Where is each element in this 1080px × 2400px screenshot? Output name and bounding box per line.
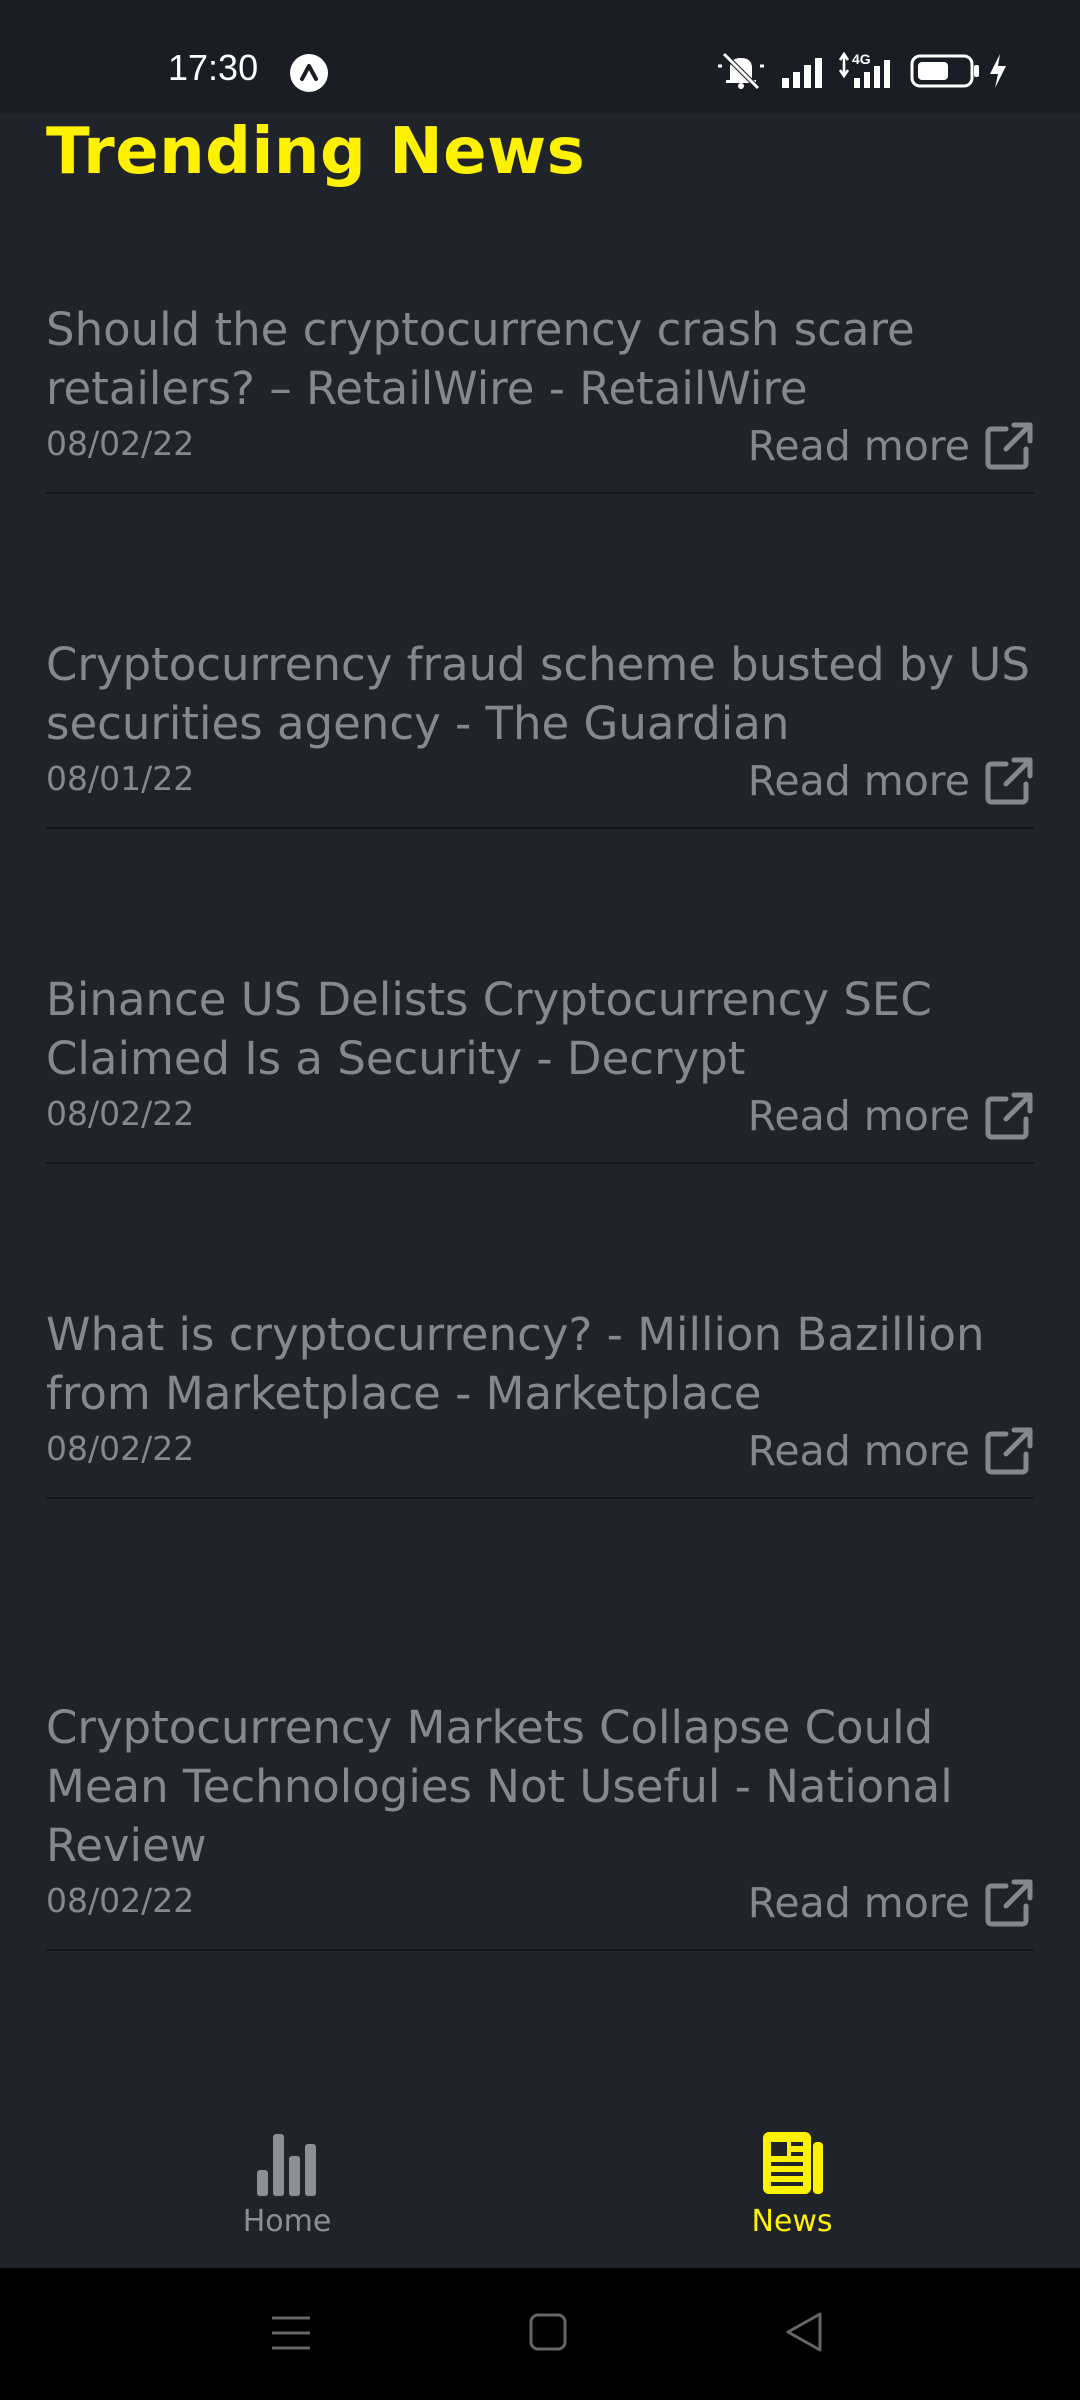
tab-home[interactable]: Home — [197, 2128, 377, 2258]
news-headline[interactable]: Cryptocurrency fraud scheme busted by US… — [46, 635, 1036, 753]
read-more-label: Read more — [747, 757, 970, 805]
news-headline[interactable]: Should the cryptocurrency crash scare re… — [46, 300, 1036, 418]
app-notification-icon — [290, 54, 328, 92]
read-more-label: Read more — [747, 1879, 970, 1927]
mute-bell-icon — [718, 52, 764, 90]
back-triangle-icon[interactable] — [784, 2310, 824, 2354]
news-item[interactable]: Should the cryptocurrency crash scare re… — [46, 300, 1034, 494]
svg-text:4G: 4G — [852, 51, 871, 67]
external-link-icon — [985, 757, 1033, 805]
read-more-label: Read more — [747, 422, 970, 470]
news-date: 08/02/22 — [46, 1094, 195, 1133]
bottom-nav: Home News — [0, 2098, 1080, 2268]
news-date: 08/02/22 — [46, 424, 195, 463]
status-time: 17:30 — [168, 47, 259, 88]
charging-bolt-icon — [990, 54, 1006, 88]
read-more-label: Read more — [747, 1427, 970, 1475]
read-more-label: Read more — [747, 1092, 970, 1140]
news-meta: 08/02/22 Read more — [46, 1088, 1034, 1162]
tab-home-label: Home — [242, 2204, 332, 2239]
tab-news[interactable]: News — [702, 2128, 882, 2258]
news-item[interactable]: Cryptocurrency fraud scheme busted by US… — [46, 635, 1034, 829]
tab-news-label: News — [751, 2204, 833, 2239]
signal-strength-icon — [782, 58, 822, 88]
external-link-icon — [985, 1427, 1033, 1475]
external-link-icon — [985, 1092, 1033, 1140]
news-date: 08/01/22 — [46, 759, 195, 798]
system-nav-bar — [0, 2268, 1080, 2400]
external-link-icon — [985, 422, 1033, 470]
read-more-link[interactable]: Read more — [748, 755, 1034, 807]
news-headline[interactable]: What is cryptocurrency? - Million Bazill… — [46, 1305, 1036, 1423]
news-item[interactable]: Cryptocurrency Markets Collapse Could Me… — [46, 1698, 1034, 1951]
news-headline[interactable]: Cryptocurrency Markets Collapse Could Me… — [46, 1698, 1036, 1875]
news-meta: 08/01/22 Read more — [46, 753, 1034, 827]
status-bar: 17:30 4G — [0, 0, 1080, 114]
external-link-icon — [985, 1879, 1033, 1927]
mobile-data-4g-icon: 4G — [838, 51, 890, 88]
news-item[interactable]: Binance US Delists Cryptocurrency SEC Cl… — [46, 970, 1034, 1164]
news-meta: 08/02/22 Read more — [46, 1423, 1034, 1497]
read-more-link[interactable]: Read more — [748, 420, 1034, 472]
news-meta: 08/02/22 Read more — [46, 418, 1034, 492]
news-item[interactable]: What is cryptocurrency? - Million Bazill… — [46, 1305, 1034, 1499]
home-square-icon[interactable] — [528, 2312, 568, 2352]
read-more-link[interactable]: Read more — [748, 1090, 1034, 1142]
newspaper-icon — [763, 2132, 823, 2194]
bar-chart-icon — [257, 2134, 316, 2196]
news-headline[interactable]: Binance US Delists Cryptocurrency SEC Cl… — [46, 970, 1036, 1088]
battery-icon — [910, 54, 979, 88]
news-meta: 08/02/22 Read more — [46, 1875, 1034, 1949]
recent-apps-icon[interactable] — [270, 2312, 312, 2354]
news-date: 08/02/22 — [46, 1429, 195, 1468]
read-more-link[interactable]: Read more — [748, 1425, 1034, 1477]
page-title: Trending News — [46, 115, 586, 189]
read-more-link[interactable]: Read more — [748, 1877, 1034, 1929]
news-date: 08/02/22 — [46, 1881, 195, 1920]
